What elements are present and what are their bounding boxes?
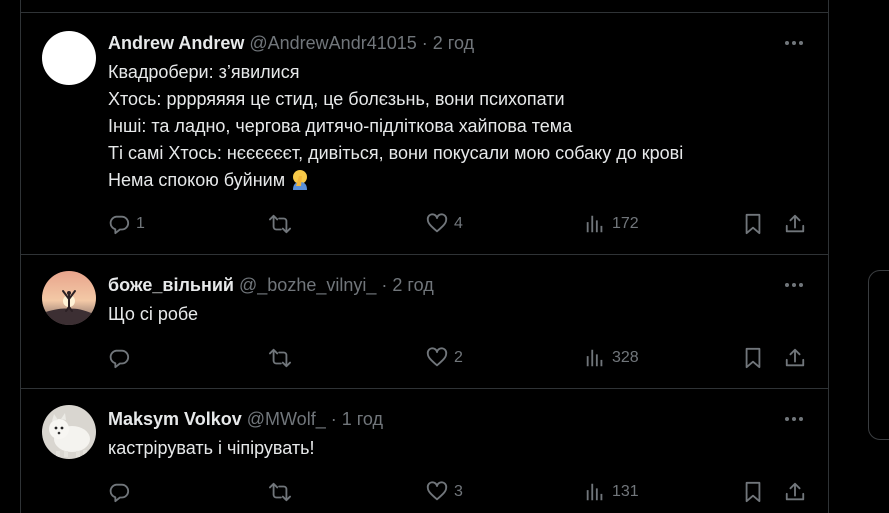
reply-icon (109, 215, 130, 235)
reply-icon (109, 483, 130, 503)
reply-button[interactable] (108, 480, 136, 504)
share-button[interactable] (784, 346, 806, 370)
facepalm-emoji-icon (289, 168, 311, 198)
text-line: Інші: та ладно, чергова дитячо-підлітков… (108, 116, 573, 136)
tweet-text: Що сі робе (108, 301, 198, 328)
reply-count: 1 (136, 215, 145, 232)
tweet-actions: 1 4 172 (108, 212, 808, 236)
timestamp[interactable]: 1 год (342, 409, 383, 429)
tweet-header: боже_вільний @_bozhe_vilnyi_ · 2 год (108, 274, 434, 296)
like-button[interactable]: 3 (426, 480, 463, 504)
views-count: 131 (612, 483, 639, 500)
views-icon (586, 483, 603, 501)
repost-icon (269, 482, 291, 502)
share-button[interactable] (784, 212, 806, 236)
bookmark-button[interactable] (742, 480, 764, 504)
tweet[interactable]: Maksym Volkov @MWolf_ · 1 год кастрірува… (21, 389, 828, 513)
share-icon (785, 214, 805, 233)
views-icon (586, 215, 603, 233)
reply-icon (109, 349, 130, 369)
reply-button[interactable]: 1 (108, 212, 145, 236)
more-button[interactable] (784, 275, 804, 295)
share-icon (785, 482, 805, 501)
text-line: Ті самі Хтось: нєєєєєєт, дивіться, вони … (108, 143, 684, 163)
tweet-text: кастрірувать і чіпірувать! (108, 435, 314, 462)
like-count: 2 (454, 349, 463, 366)
views-icon (586, 349, 603, 367)
avatar[interactable] (42, 31, 96, 85)
more-icon (785, 417, 803, 421)
text-line: Хтось: рррряяяя це стид, це болєзьнь, во… (108, 89, 565, 109)
author-handle[interactable]: @AndrewAndr41015 (249, 33, 416, 53)
author-handle[interactable]: @_bozhe_vilnyi_ (239, 275, 376, 295)
text-line: кастрірувать і чіпірувать! (108, 438, 315, 458)
page: Andrew Andrew @AndrewAndr41015 · 2 год К… (0, 0, 889, 513)
more-icon (785, 41, 803, 45)
repost-button[interactable] (268, 480, 298, 504)
more-button[interactable] (784, 33, 804, 53)
repost-button[interactable] (268, 212, 298, 236)
tweet-text: Квадробери: з’явилися Хтось: рррряяяя це… (108, 59, 683, 194)
more-button[interactable] (784, 409, 804, 429)
views-button[interactable]: 172 (584, 212, 639, 236)
timeline: Andrew Andrew @AndrewAndr41015 · 2 год К… (20, 0, 829, 513)
tweet[interactable]: боже_вільний @_bozhe_vilnyi_ · 2 год Що … (21, 255, 828, 389)
text-line: Нема спокою буйним (108, 170, 286, 190)
avatar[interactable] (42, 271, 96, 325)
heart-icon (426, 347, 448, 367)
bookmark-icon (745, 347, 761, 369)
avatar[interactable] (42, 405, 96, 459)
repost-icon (269, 214, 291, 234)
like-button[interactable]: 2 (426, 346, 463, 370)
repost-button[interactable] (268, 346, 298, 370)
like-count: 3 (454, 483, 463, 500)
heart-icon (426, 481, 448, 501)
bookmark-icon (745, 481, 761, 503)
timestamp[interactable]: 2 год (392, 275, 433, 295)
views-count: 328 (612, 349, 639, 366)
tweet-actions: 3 131 (108, 480, 808, 504)
author-handle[interactable]: @MWolf_ (247, 409, 326, 429)
author-name[interactable]: боже_вільний (108, 275, 234, 295)
author-name[interactable]: Andrew Andrew (108, 33, 244, 53)
separator: · (330, 409, 337, 429)
bookmark-icon (745, 213, 761, 235)
views-count: 172 (612, 215, 639, 232)
bookmark-button[interactable] (742, 212, 764, 236)
like-count: 4 (454, 215, 463, 232)
reply-button[interactable] (108, 346, 136, 370)
tweet-header: Maksym Volkov @MWolf_ · 1 год (108, 408, 383, 430)
views-button[interactable]: 131 (584, 480, 639, 504)
tweet-actions: 2 328 (108, 346, 808, 370)
tweet[interactable]: Andrew Andrew @AndrewAndr41015 · 2 год К… (21, 13, 828, 255)
text-line: Що сі робе (108, 304, 199, 324)
text-line: Квадробери: з’явилися (108, 62, 300, 82)
separator: · (381, 275, 388, 295)
share-icon (785, 348, 805, 367)
views-button[interactable]: 328 (584, 346, 639, 370)
author-name[interactable]: Maksym Volkov (108, 409, 242, 429)
separator: · (421, 33, 428, 53)
side-panel-edge (868, 270, 889, 440)
repost-icon (269, 348, 291, 368)
timestamp[interactable]: 2 год (433, 33, 474, 53)
tweet-header: Andrew Andrew @AndrewAndr41015 · 2 год (108, 32, 474, 54)
like-button[interactable]: 4 (426, 212, 463, 236)
heart-icon (426, 213, 448, 233)
share-button[interactable] (784, 480, 806, 504)
more-icon (785, 283, 803, 287)
bookmark-button[interactable] (742, 346, 764, 370)
